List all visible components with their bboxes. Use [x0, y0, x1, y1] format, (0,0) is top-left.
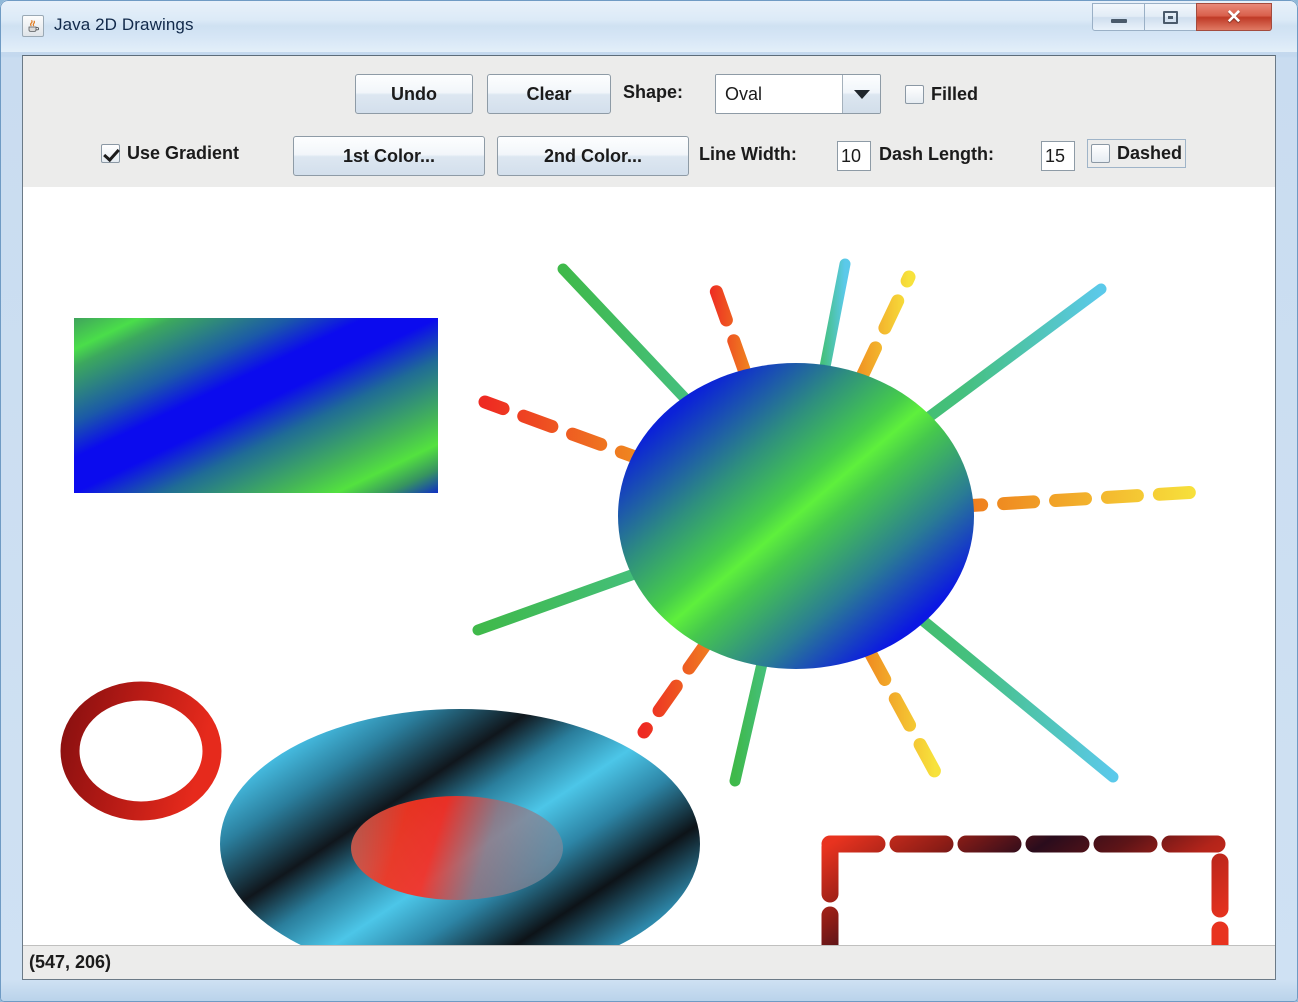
- shape-combobox-value: Oval: [716, 75, 842, 113]
- use-gradient-checkbox[interactable]: Use Gradient: [101, 143, 239, 164]
- undo-button[interactable]: Undo: [355, 74, 473, 114]
- maximize-button[interactable]: [1144, 3, 1197, 31]
- status-bar: (547, 206): [23, 945, 1275, 979]
- dashed-checkbox-label: Dashed: [1117, 143, 1182, 164]
- filled-checkbox[interactable]: Filled: [905, 84, 978, 105]
- dashed-checkbox[interactable]: Dashed: [1091, 143, 1182, 164]
- filled-checkbox-box[interactable]: [905, 85, 924, 104]
- line-width-input[interactable]: 10: [837, 141, 871, 171]
- dash-length-label: Dash Length:: [879, 144, 994, 165]
- toolbar-row-bottom: Use Gradient 1st Color... 2nd Color... L…: [23, 122, 1275, 187]
- window-title: Java 2D Drawings: [54, 15, 194, 35]
- mouse-coordinates-label: (547, 206): [23, 952, 111, 973]
- use-gradient-checkbox-label: Use Gradient: [127, 143, 239, 164]
- line-width-label: Line Width:: [699, 144, 797, 165]
- maximize-icon: [1163, 11, 1178, 24]
- chevron-down-icon[interactable]: [842, 75, 880, 113]
- title-bar: Java 2D Drawings ✕: [0, 0, 1298, 52]
- second-color-button[interactable]: 2nd Color...: [497, 136, 689, 176]
- filled-checkbox-label: Filled: [931, 84, 978, 105]
- dash-length-input[interactable]: 15: [1041, 141, 1075, 171]
- gradient-rectangle: [74, 318, 438, 493]
- client-area: Undo Clear Shape: Oval Filled Use Gradie…: [22, 55, 1276, 980]
- close-button[interactable]: ✕: [1196, 3, 1272, 31]
- toolbar-row-top: Undo Clear Shape: Oval Filled: [23, 56, 1275, 122]
- drawing-canvas[interactable]: [23, 187, 1275, 945]
- dashed-rectangle: [830, 844, 1220, 945]
- minimize-button[interactable]: [1092, 3, 1145, 31]
- red-ring-circle: [70, 691, 212, 811]
- java-coffee-cup-icon: [22, 15, 44, 37]
- minimize-icon: [1111, 19, 1127, 23]
- shape-label: Shape:: [623, 82, 683, 103]
- use-gradient-checkbox-box[interactable]: [101, 144, 120, 163]
- canvas-shapes: [23, 187, 1275, 945]
- shape-combobox[interactable]: Oval: [715, 74, 881, 114]
- clear-button[interactable]: Clear: [487, 74, 611, 114]
- first-color-button[interactable]: 1st Color...: [293, 136, 485, 176]
- large-gradient-oval: [618, 363, 974, 669]
- dashed-checkbox-box[interactable]: [1091, 144, 1110, 163]
- inner-red-oval: [351, 796, 563, 900]
- application-window: Java 2D Drawings ✕ Undo Clear Shape: Ova…: [0, 0, 1298, 1002]
- close-icon: ✕: [1226, 8, 1242, 27]
